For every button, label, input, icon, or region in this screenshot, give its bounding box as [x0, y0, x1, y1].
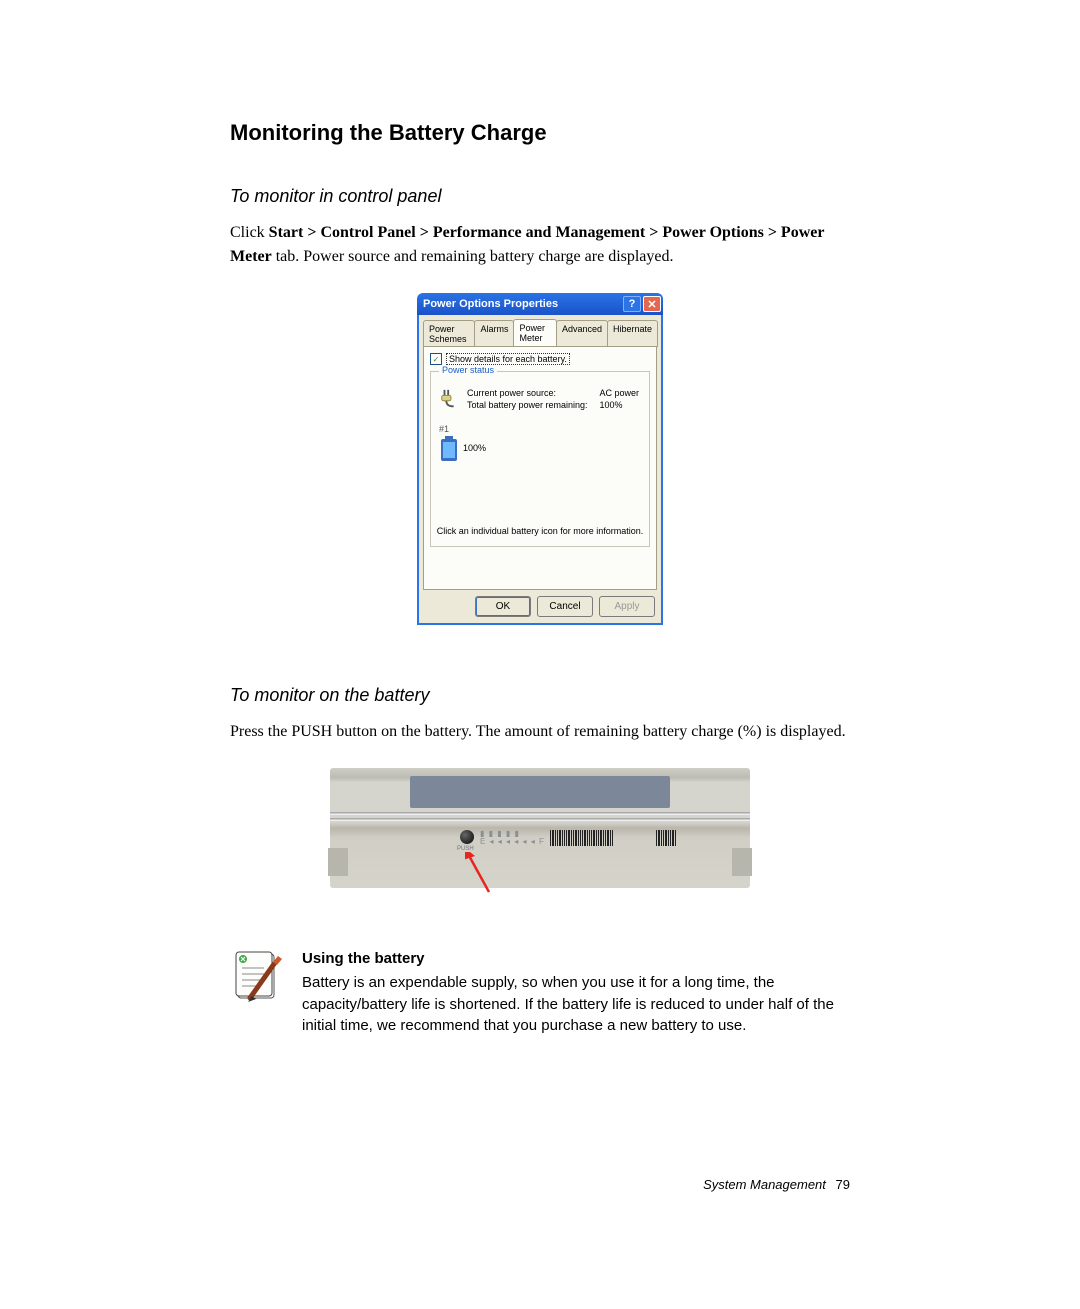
- battery-percent: 100%: [463, 443, 486, 453]
- note-body: Using the battery Battery is an expendab…: [302, 948, 850, 1037]
- close-button[interactable]: ✕: [643, 296, 661, 312]
- checkbox-icon[interactable]: ✓: [430, 353, 442, 365]
- led-strip: ▮ ▮ ▮ ▮ ▮ E ◂ ◂ ◂ ◂ ◂ ◂ F: [480, 830, 545, 846]
- tab-power-meter[interactable]: Power Meter: [513, 319, 556, 346]
- total-remaining-value: 100%: [600, 400, 641, 410]
- titlebar-text: Power Options Properties: [423, 298, 558, 310]
- note-text: Battery is an expendable supply, so when…: [302, 972, 850, 1037]
- power-options-dialog: Power Options Properties ? ✕ Power Schem…: [417, 293, 663, 625]
- note-title: Using the battery: [302, 948, 850, 970]
- group-title: Power status: [439, 365, 497, 375]
- plug-icon: [439, 388, 461, 410]
- tab-strip: Power Schemes Alarms Power Meter Advance…: [423, 319, 657, 346]
- section1-intro-pre: Click: [230, 224, 269, 241]
- checkbox-label: Show details for each battery.: [446, 353, 570, 365]
- tab-advanced[interactable]: Advanced: [556, 320, 608, 347]
- battery-groove-2: [330, 818, 750, 821]
- battery-end-left: [328, 848, 348, 876]
- power-status-group: Power status Current power source: AC po…: [430, 371, 650, 547]
- battery-icon[interactable]: [439, 436, 459, 460]
- main-heading: Monitoring the Battery Charge: [230, 120, 850, 146]
- cancel-button[interactable]: Cancel: [537, 596, 593, 617]
- section2-text: Press the PUSH button on the battery. Th…: [230, 720, 850, 744]
- push-button[interactable]: [460, 830, 474, 844]
- apply-button[interactable]: Apply: [599, 596, 655, 617]
- tab-content: ✓ Show details for each battery. Power s…: [423, 346, 657, 590]
- note-block: Using the battery Battery is an expendab…: [230, 948, 850, 1037]
- hint-text: Click an individual battery icon for mor…: [431, 526, 649, 536]
- section1-title: To monitor in control panel: [230, 186, 850, 207]
- battery-photo: PUSH ▮ ▮ ▮ ▮ ▮ E ◂ ◂ ◂ ◂ ◂ ◂ F: [330, 768, 750, 888]
- footer-label: System Management: [703, 1177, 826, 1192]
- barcode-2: [656, 830, 696, 846]
- battery-label-panel: [410, 776, 670, 808]
- tab-alarms[interactable]: Alarms: [474, 320, 514, 347]
- dialog-wrap: Power Options Properties ? ✕ Power Schem…: [230, 293, 850, 625]
- tab-power-schemes[interactable]: Power Schemes: [423, 320, 475, 347]
- total-remaining-label: Total battery power remaining:: [467, 400, 590, 410]
- battery-end-right: [732, 848, 752, 876]
- note-icon: [230, 948, 286, 1037]
- status-row: Current power source: AC power Total bat…: [439, 388, 641, 410]
- help-button[interactable]: ?: [623, 296, 641, 312]
- section2-title: To monitor on the battery: [230, 685, 850, 706]
- section1-intro-post: tab. Power source and remaining battery …: [272, 248, 674, 265]
- current-source-label: Current power source:: [467, 388, 590, 398]
- battery-groove-1: [330, 812, 750, 815]
- dialog-buttons: OK Cancel Apply: [423, 590, 657, 619]
- show-details-checkbox-row[interactable]: ✓ Show details for each battery.: [430, 353, 650, 365]
- battery-block: #1 100%: [439, 424, 641, 460]
- titlebar[interactable]: Power Options Properties ? ✕: [417, 293, 663, 315]
- ok-button[interactable]: OK: [475, 596, 531, 617]
- section1-text: Click Start > Control Panel > Performanc…: [230, 221, 850, 269]
- footer-page-number: 79: [836, 1177, 850, 1192]
- current-source-value: AC power: [600, 388, 641, 398]
- barcode-1: [550, 830, 642, 846]
- dialog-body: Power Schemes Alarms Power Meter Advance…: [417, 315, 663, 625]
- battery-number: #1: [439, 424, 641, 434]
- tab-hibernate[interactable]: Hibernate: [607, 320, 658, 347]
- page-content: Monitoring the Battery Charge To monitor…: [0, 0, 1080, 1252]
- footer: System Management 79: [230, 1177, 850, 1192]
- battery-photo-wrap: PUSH ▮ ▮ ▮ ▮ ▮ E ◂ ◂ ◂ ◂ ◂ ◂ F: [230, 768, 850, 888]
